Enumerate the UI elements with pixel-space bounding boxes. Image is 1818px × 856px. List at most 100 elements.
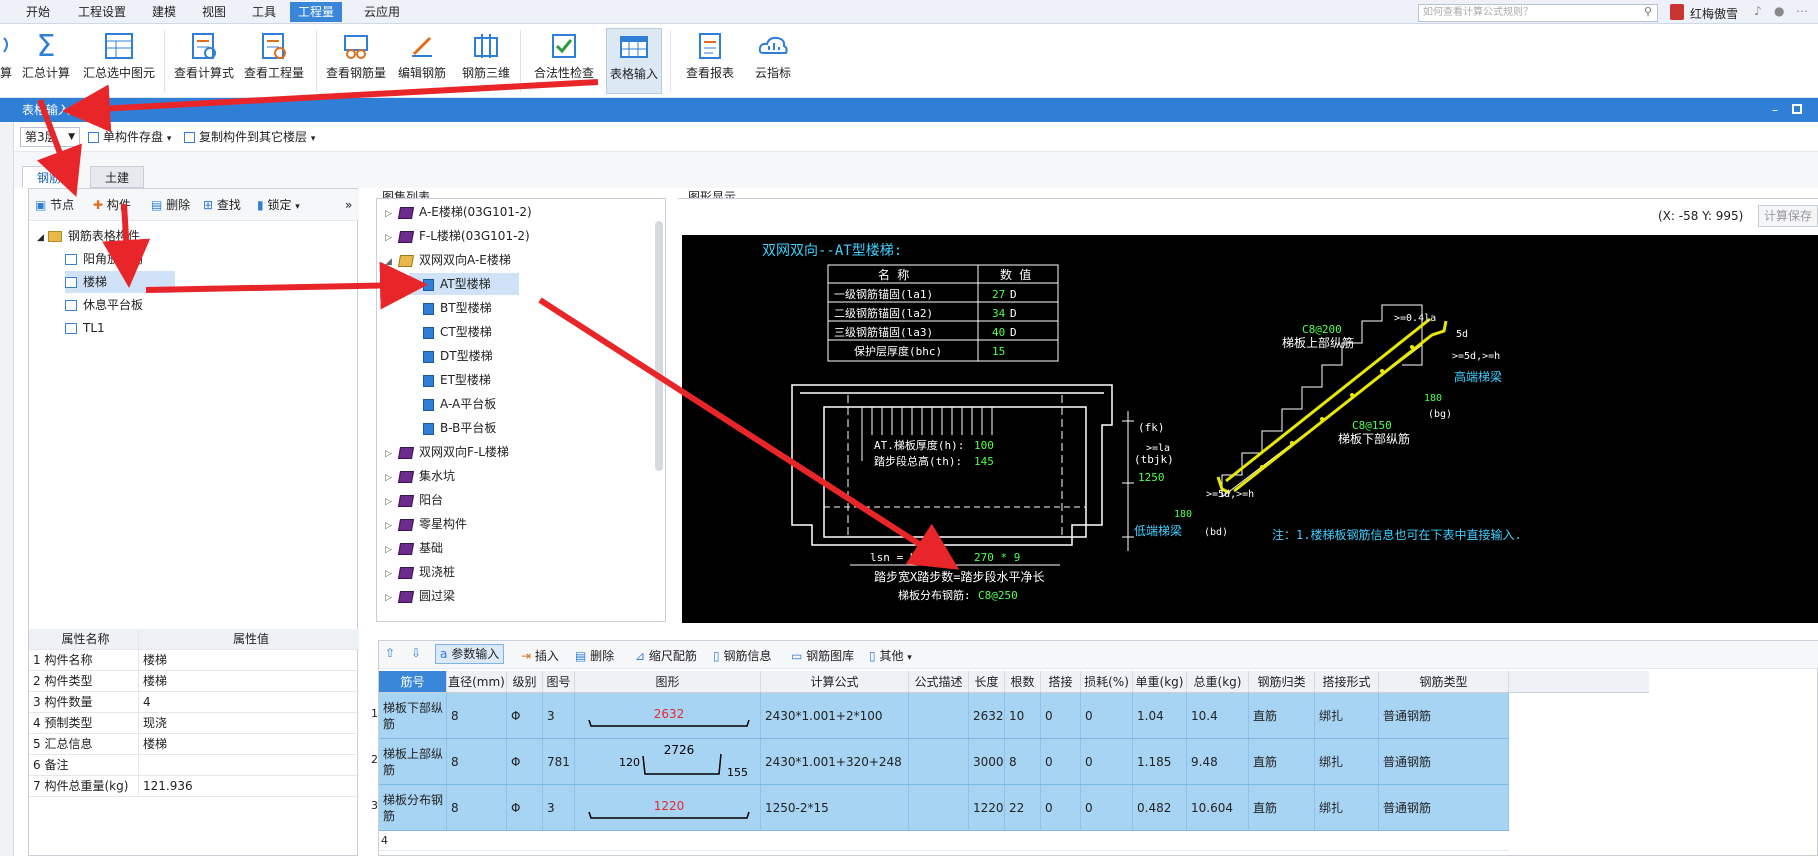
grid-cell-fig[interactable]: 3 [543, 693, 575, 738]
prop-row[interactable]: 5 汇总信息 楼梯 [29, 734, 359, 755]
bell-icon[interactable]: ♪ [1754, 4, 1762, 18]
grid-cell-formula[interactable]: 1250-2*15 [761, 785, 909, 830]
grid-col-header[interactable]: 搭接形式 [1315, 671, 1379, 692]
grid-cell-len[interactable]: 3000 [969, 739, 1005, 784]
grid-col-header[interactable]: 总重(kg) [1187, 671, 1249, 692]
expand-arrow-icon[interactable]: ▷ [385, 227, 395, 249]
param-input-button[interactable]: a 参数输入 [435, 644, 505, 664]
grid-col-header[interactable]: 损耗(%) [1081, 671, 1133, 692]
view-quantity-button[interactable]: 查看工程量 [242, 28, 306, 94]
chat-icon[interactable]: ● [1774, 4, 1784, 18]
view-report-button[interactable]: 查看报表 [680, 28, 740, 94]
grid-cell-name[interactable]: 梯板分布钢筋 [379, 785, 447, 830]
table-input-button[interactable]: 表格输入 [606, 28, 662, 94]
grid-cell-grade[interactable]: Φ [507, 785, 543, 830]
grid-cell-desc[interactable] [909, 785, 969, 830]
move-down-icon[interactable]: ⇩ [411, 646, 421, 660]
tab-civil[interactable]: 土建 [90, 166, 145, 188]
grid-cell-desc[interactable] [909, 693, 969, 738]
atlas-item[interactable]: CT型楼梯 [409, 321, 492, 343]
grid-col-header[interactable]: 图号 [543, 671, 575, 692]
tree-item-stair[interactable]: 楼梯 [65, 271, 175, 293]
atlas-item[interactable]: B-B平台板 [409, 417, 496, 439]
expand-toolbar-icon[interactable]: » [345, 195, 352, 215]
prop-row[interactable]: 7 构件总重量(kg) 121.936 [29, 776, 359, 797]
grid-cell-lap[interactable]: 0 [1041, 739, 1081, 784]
grid-col-header[interactable]: 搭接 [1041, 671, 1081, 692]
grid-cell-name[interactable]: 梯板上部纵筋 [379, 739, 447, 784]
grid-cell-type[interactable]: 普通钢筋 [1379, 785, 1509, 830]
insert-button[interactable]: ⇥ 插入 [521, 647, 559, 664]
grid-cell-lap[interactable]: 0 [1041, 693, 1081, 738]
rebar-info-button[interactable]: ▯ 钢筋信息 [713, 647, 771, 664]
expand-arrow-icon[interactable]: ▷ [385, 491, 395, 513]
rebar-shape-cell[interactable]: 120 155 2726 [575, 739, 761, 784]
atlas-item[interactable]: A-A平台板 [409, 393, 496, 415]
atlas-item[interactable]: ▷ 圆过梁 [385, 585, 455, 607]
grid-col-header[interactable]: 长度 [969, 671, 1005, 692]
grid-cell-dia[interactable]: 8 [447, 739, 507, 784]
rebar-shape-cell[interactable]: 1220 [575, 785, 761, 830]
tree-item-corner-rebar[interactable]: 阳角放射筋 [65, 248, 175, 270]
grid-col-header[interactable]: 公式描述 [909, 671, 969, 692]
node-button[interactable]: ▣ 节点 [35, 195, 74, 215]
move-up-icon[interactable]: ⇧ [385, 646, 395, 660]
expand-arrow-icon[interactable]: ▷ [385, 563, 395, 585]
component-button[interactable]: ✚ 构件 [93, 195, 131, 215]
tree-root[interactable]: ◢ 钢筋表格构件 [37, 225, 140, 247]
menu-project-settings[interactable]: 工程设置 [70, 2, 134, 22]
expand-arrow-icon[interactable]: ▷ [385, 587, 395, 609]
grid-col-header[interactable]: 筋号 [379, 671, 447, 692]
expand-arrow-icon[interactable]: ▷ [385, 515, 395, 537]
edit-rebar-button[interactable]: 编辑钢筋 [392, 28, 452, 94]
expand-arrow-icon[interactable]: ◢ [385, 251, 395, 273]
rebar-3d-button[interactable]: 钢筋三维 [456, 28, 516, 94]
grid-cell-total[interactable]: 9.48 [1187, 739, 1249, 784]
grid-col-header[interactable]: 根数 [1005, 671, 1041, 692]
grid-cell-len[interactable]: 1220 [969, 785, 1005, 830]
grid-cell-dia[interactable]: 8 [447, 693, 507, 738]
tab-rebar[interactable]: 钢筋 [22, 166, 77, 188]
grid-delete-button[interactable]: ▤ 删除 [575, 647, 614, 664]
atlas-item[interactable]: ▷ 双网双向F-L楼梯 [385, 441, 509, 463]
grid-cell-grade[interactable]: Φ [507, 693, 543, 738]
expand-arrow-icon[interactable]: ▷ [385, 203, 395, 225]
lock-button[interactable]: ▮ 锁定 ▾ [257, 195, 300, 215]
menu-view[interactable]: 视图 [194, 2, 234, 22]
prop-row[interactable]: 3 构件数量 4 [29, 692, 359, 713]
grid-cell-cat[interactable]: 直筋 [1249, 785, 1315, 830]
atlas-item[interactable]: ▷ 基础 [385, 537, 443, 559]
atlas-item[interactable]: AT型楼梯 [409, 273, 519, 295]
atlas-item[interactable]: ▷ A-E楼梯(03G101-2) [385, 201, 532, 223]
grid-row[interactable]: 1 梯板下部纵筋 8 Φ 3 2632 2430*1.001+2*100 2632 10 0 0 1.… [371, 693, 1509, 739]
rebar-shape-cell[interactable]: 2632 [575, 693, 761, 738]
atlas-item[interactable]: ▷ 集水坑 [385, 465, 455, 487]
user-name[interactable]: 红梅傲雪 [1690, 5, 1738, 22]
grid-cell-fig[interactable]: 3 [543, 785, 575, 830]
empty-grid-row[interactable]: 4 [379, 831, 1509, 851]
grid-cell-loss[interactable]: 0 [1081, 739, 1133, 784]
floor-select[interactable]: 第3层 ▼ [20, 127, 80, 147]
grid-cell-type[interactable]: 普通钢筋 [1379, 693, 1509, 738]
search-icon[interactable]: ⚲ [1644, 5, 1652, 18]
rebar-library-button[interactable]: ▭ 钢筋图库 [791, 647, 854, 664]
grid-cell-total[interactable]: 10.4 [1187, 693, 1249, 738]
grid-cell-desc[interactable] [909, 739, 969, 784]
grid-cell-fig[interactable]: 781 [543, 739, 575, 784]
grid-col-header[interactable]: 钢筋归类 [1249, 671, 1315, 692]
grid-cell-count[interactable]: 10 [1005, 693, 1041, 738]
grid-col-header[interactable]: 计算公式 [761, 671, 909, 692]
maximize-button[interactable] [1792, 104, 1802, 114]
grid-cell-unit[interactable]: 0.482 [1133, 785, 1187, 830]
atlas-item[interactable]: ▷ F-L楼梯(03G101-2) [385, 225, 530, 247]
grid-row[interactable]: 2 梯板上部纵筋 8 Φ 781 120 155 2726 2430*1.001+320+248… [371, 739, 1509, 785]
prop-row[interactable]: 1 构件名称 楼梯 [29, 650, 359, 671]
cloud-index-button[interactable]: 云指标 [748, 28, 798, 94]
menu-tools[interactable]: 工具 [244, 2, 284, 22]
cad-canvas[interactable]: 双网双向--AT型楼梯: 名 称 数 值 一级钢筋锚固(la1) 27 D 二级… [682, 235, 1818, 623]
grid-col-header[interactable]: 图形 [575, 671, 761, 692]
atlas-item[interactable]: BT型楼梯 [409, 297, 492, 319]
grid-cell-loss[interactable]: 0 [1081, 693, 1133, 738]
save-component-button[interactable]: 单构件存盘 ▾ [88, 128, 171, 145]
grid-cell-count[interactable]: 8 [1005, 739, 1041, 784]
